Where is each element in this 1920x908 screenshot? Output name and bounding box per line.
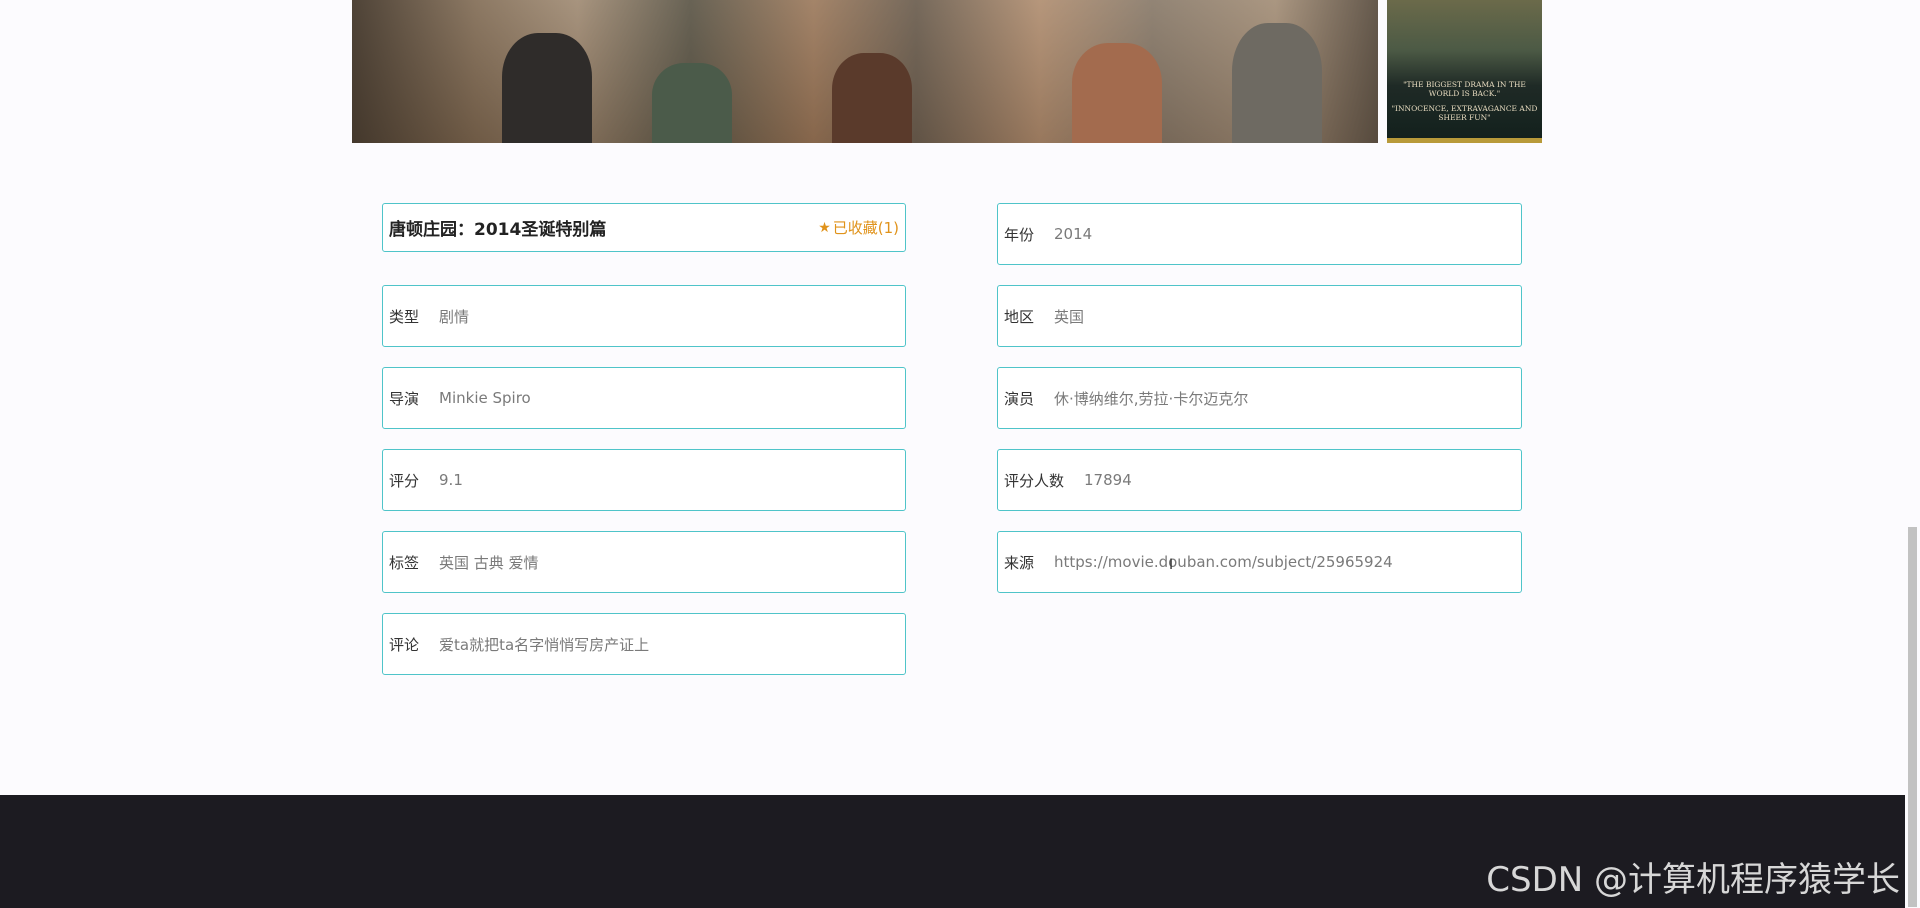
movie-title: 唐顿庄园：2014圣诞特别篇	[389, 220, 607, 240]
actors-field: 演员 休·博纳维尔,劳拉·卡尔迈克尔	[997, 367, 1522, 429]
rating-value: 9.1	[439, 471, 463, 489]
watermark-text: CSDN @计算机程序猿学长	[1486, 860, 1900, 900]
rating-count-field: 评分人数 17894	[997, 449, 1522, 511]
comment-field: 评论 爱ta就把ta名字悄悄写房产证上	[382, 613, 906, 675]
director-label: 导演	[389, 389, 420, 408]
rating-count-value: 17894	[1084, 471, 1132, 489]
rating-field: 评分 9.1	[382, 449, 906, 511]
poster-quote: "INNOCENCE, EXTRAVAGANCE AND SHEER FUN"	[1391, 104, 1538, 122]
comment-value: 爱ta就把ta名字悄悄写房产证上	[439, 635, 650, 654]
rating-label: 评分	[389, 471, 420, 490]
region-field: 地区 英国	[997, 285, 1522, 347]
director-field: 导演 Minkie Spiro	[382, 367, 906, 429]
year-label: 年份	[1004, 225, 1035, 244]
scrollbar-thumb[interactable]	[1908, 527, 1917, 907]
movie-poster-thumbnail[interactable]: "THE BIGGEST DRAMA IN THE WORLD IS BACK.…	[1387, 0, 1542, 143]
movie-title-box: 唐顿庄园：2014圣诞特别篇 ★ 已收藏(1)	[382, 203, 906, 252]
source-label: 来源	[1004, 553, 1035, 572]
genre-value: 剧情	[439, 307, 470, 326]
still-figure	[1072, 43, 1162, 143]
year-field: 年份 2014	[997, 203, 1522, 265]
scrollbar-track[interactable]	[1905, 0, 1920, 908]
text-cursor-icon: I	[1169, 557, 1174, 573]
region-value: 英国	[1054, 307, 1085, 326]
region-label: 地区	[1004, 307, 1035, 326]
favorite-button[interactable]: ★ 已收藏(1)	[818, 217, 899, 238]
tags-field: 标签 英国 古典 爱情	[382, 531, 906, 593]
still-figure	[832, 53, 912, 143]
poster-border	[1387, 138, 1542, 143]
rating-count-label: 评分人数	[1004, 471, 1065, 490]
genre-field: 类型 剧情	[382, 285, 906, 347]
source-field: 来源 https://movie.douban.com/subject/2596…	[997, 531, 1522, 593]
favorite-label: 已收藏(1)	[832, 219, 899, 237]
actors-label: 演员	[1004, 389, 1035, 408]
tags-value: 英国 古典 爱情	[439, 553, 539, 572]
genre-label: 类型	[389, 307, 420, 326]
director-value: Minkie Spiro	[439, 389, 531, 407]
comment-label: 评论	[389, 635, 420, 654]
poster-quote: "THE BIGGEST DRAMA IN THE WORLD IS BACK.…	[1403, 80, 1526, 98]
year-value: 2014	[1054, 225, 1093, 243]
still-figure	[1232, 23, 1322, 143]
actors-value: 休·博纳维尔,劳拉·卡尔迈克尔	[1054, 389, 1249, 408]
still-figure	[502, 33, 592, 143]
movie-still-image	[352, 0, 1378, 143]
star-icon: ★	[818, 219, 831, 236]
source-link[interactable]: https://movie.douban.com/subject/2596592…	[1054, 553, 1393, 571]
still-figure	[652, 63, 732, 143]
tags-label: 标签	[389, 553, 420, 572]
